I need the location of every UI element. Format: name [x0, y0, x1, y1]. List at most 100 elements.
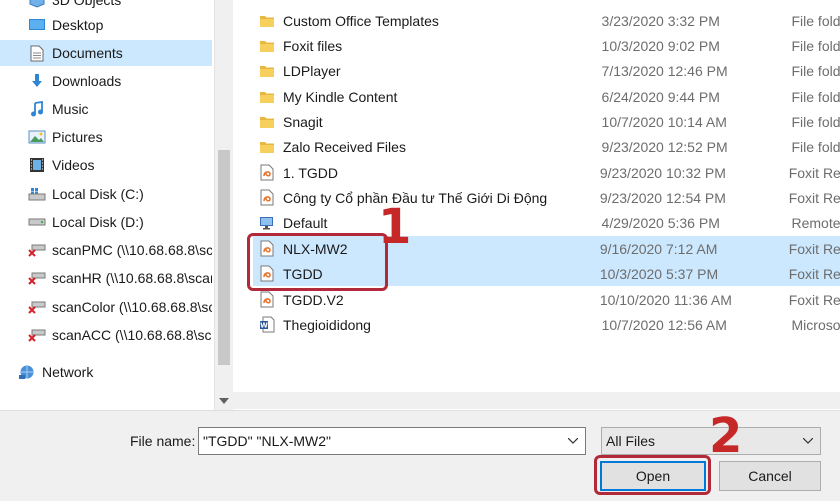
file-type: Foxit Re	[788, 240, 840, 257]
file-date-modified: 10/7/2020 10:14 AM	[601, 113, 727, 130]
nav-item-label: Local Disk (C:)	[52, 186, 144, 202]
pictures-icon	[28, 128, 46, 146]
file-name: Foxit files	[283, 37, 343, 54]
nav-item[interactable]: Downloads	[0, 68, 212, 94]
music-icon	[28, 100, 46, 118]
nav-item[interactable]: scanPMC (\\10.68.68.8\scan	[0, 237, 212, 263]
file-date-modified: 10/3/2020 5:37 PM	[599, 265, 719, 282]
annotation-step-2: 2	[709, 408, 743, 464]
file-name: Công ty Cổ phần Đầu tư Thế Giới Di Động	[283, 189, 548, 206]
nav-item[interactable]: Local Disk (D:)	[0, 209, 212, 235]
file-row[interactable]: W Thegioididong 10/7/2020 12:56 AM Microso	[253, 312, 840, 337]
file-name-input[interactable]: "TGDD" "NLX-MW2"	[198, 427, 586, 455]
3d-objects-icon	[28, 0, 46, 9]
file-name-label: File name:	[130, 433, 196, 449]
navigation-pane: 3D Objects Desktop Documents Downloads Music…	[0, 0, 214, 410]
folder-icon	[259, 12, 275, 30]
file-type: File fold	[791, 88, 840, 105]
nav-item-label: Pictures	[52, 129, 103, 145]
file-date-modified: 9/23/2020 12:54 PM	[599, 189, 726, 206]
drive-icon	[28, 213, 46, 231]
chevron-down-icon[interactable]	[796, 438, 820, 444]
nav-item-label: 3D Objects	[52, 0, 122, 8]
folder-icon	[259, 62, 275, 80]
annotation-step-1: 1	[378, 199, 412, 255]
file-name-value[interactable]: "TGDD" "NLX-MW2"	[199, 433, 561, 449]
annotation-box-open-button	[594, 455, 711, 495]
file-date-modified: 9/23/2020 10:32 PM	[599, 164, 726, 181]
network-icon	[18, 363, 36, 381]
file-type: Remote	[791, 214, 840, 231]
chevron-down-icon[interactable]	[561, 438, 585, 444]
nav-item[interactable]: Documents	[0, 40, 212, 66]
nav-item[interactable]: Network	[0, 359, 212, 385]
file-row[interactable]: Default 4/29/2020 5:36 PM Remote	[253, 210, 840, 235]
pdf-file-icon	[259, 164, 275, 182]
nav-item-label: Documents	[52, 45, 123, 61]
file-type: Foxit Re	[788, 291, 840, 308]
file-row[interactable]: Foxit files 10/3/2020 9:02 PM File fold	[253, 33, 840, 58]
network-drive-disconnected-icon	[28, 241, 46, 259]
file-type: Foxit Re	[788, 265, 840, 282]
windows-drive-icon	[28, 185, 46, 203]
file-type: File fold	[791, 12, 840, 29]
file-name: TGDD.V2	[283, 291, 344, 308]
cancel-button[interactable]: Cancel	[719, 461, 821, 491]
nav-item-label: Desktop	[52, 17, 104, 33]
file-type: Foxit Re	[788, 189, 840, 206]
nav-item[interactable]: scanColor (\\10.68.68.8\sca	[0, 294, 212, 320]
file-type: File fold	[791, 62, 840, 79]
navigation-scrollbar[interactable]	[214, 0, 233, 410]
file-row[interactable]: LDPlayer 7/13/2020 12:46 PM File fold	[253, 58, 840, 83]
network-drive-disconnected-icon	[28, 326, 46, 344]
network-drive-disconnected-icon	[28, 298, 46, 316]
nav-item[interactable]: Videos	[0, 152, 212, 178]
file-row[interactable]: My Kindle Content 6/24/2020 9:44 PM File f…	[253, 84, 840, 109]
nav-item-label: Videos	[52, 157, 95, 173]
nav-item[interactable]: Local Disk (C:)	[0, 181, 212, 207]
nav-item-label: Music	[52, 101, 89, 117]
scroll-down-arrow-icon[interactable]	[219, 398, 229, 404]
file-list-horizontal-scrollbar[interactable]	[232, 392, 840, 409]
nav-item-label: scanACC (\\10.68.68.8\scan	[52, 327, 212, 343]
file-name: Default	[283, 214, 328, 231]
file-name: LDPlayer	[283, 62, 341, 79]
file-name: Zalo Received Files	[283, 138, 406, 155]
file-type: File fold	[791, 138, 840, 155]
nav-item[interactable]: scanHR (\\10.68.68.8\scan)	[0, 265, 212, 291]
scrollbar-thumb[interactable]	[218, 150, 230, 365]
nav-item-label: scanPMC (\\10.68.68.8\scan	[52, 242, 212, 258]
nav-item-label: Network	[42, 364, 94, 380]
file-date-modified: 3/23/2020 3:32 PM	[601, 12, 720, 29]
file-name: Snagit	[283, 113, 323, 130]
file-row[interactable]: Custom Office Templates 3/23/2020 3:32 PM…	[253, 8, 840, 33]
nav-item[interactable]: Pictures	[0, 124, 212, 150]
file-date-modified: 9/16/2020 7:12 AM	[599, 240, 718, 257]
file-type: Microso	[791, 316, 840, 333]
folder-icon	[259, 88, 275, 106]
file-row[interactable]: Công ty Cổ phần Đầu tư Thế Giới Di Động 9…	[253, 185, 840, 210]
file-type: File fold	[791, 37, 840, 54]
file-list: Custom Office Templates 3/23/2020 3:32 PM…	[233, 0, 840, 410]
network-drive-disconnected-icon	[28, 269, 46, 287]
videos-icon	[28, 156, 46, 174]
pdf-file-icon	[259, 291, 275, 309]
nav-item-label: Local Disk (D:)	[52, 214, 144, 230]
file-name: My Kindle Content	[283, 88, 398, 105]
file-name: 1. TGDD	[283, 164, 338, 181]
file-row[interactable]: 1. TGDD 9/23/2020 10:32 PM Foxit Re	[253, 160, 840, 185]
desktop-folder-icon	[28, 16, 46, 34]
file-date-modified: 4/29/2020 5:36 PM	[601, 214, 720, 231]
nav-item-label: Downloads	[52, 73, 122, 89]
file-name: Custom Office Templates	[283, 12, 439, 29]
file-date-modified: 10/7/2020 12:56 AM	[601, 316, 727, 333]
remote-desktop-icon	[259, 214, 275, 232]
nav-item[interactable]: Music	[0, 96, 212, 122]
nav-item[interactable]: Desktop	[0, 12, 212, 38]
file-type: Foxit Re	[788, 164, 840, 181]
file-row[interactable]: Snagit 10/7/2020 10:14 AM File fold	[253, 109, 840, 134]
nav-item[interactable]: scanACC (\\10.68.68.8\scan	[0, 322, 212, 348]
file-row[interactable]: Zalo Received Files 9/23/2020 12:52 PM Fil…	[253, 134, 840, 159]
downloads-icon	[28, 72, 46, 90]
file-type-value: All Files	[606, 433, 656, 449]
